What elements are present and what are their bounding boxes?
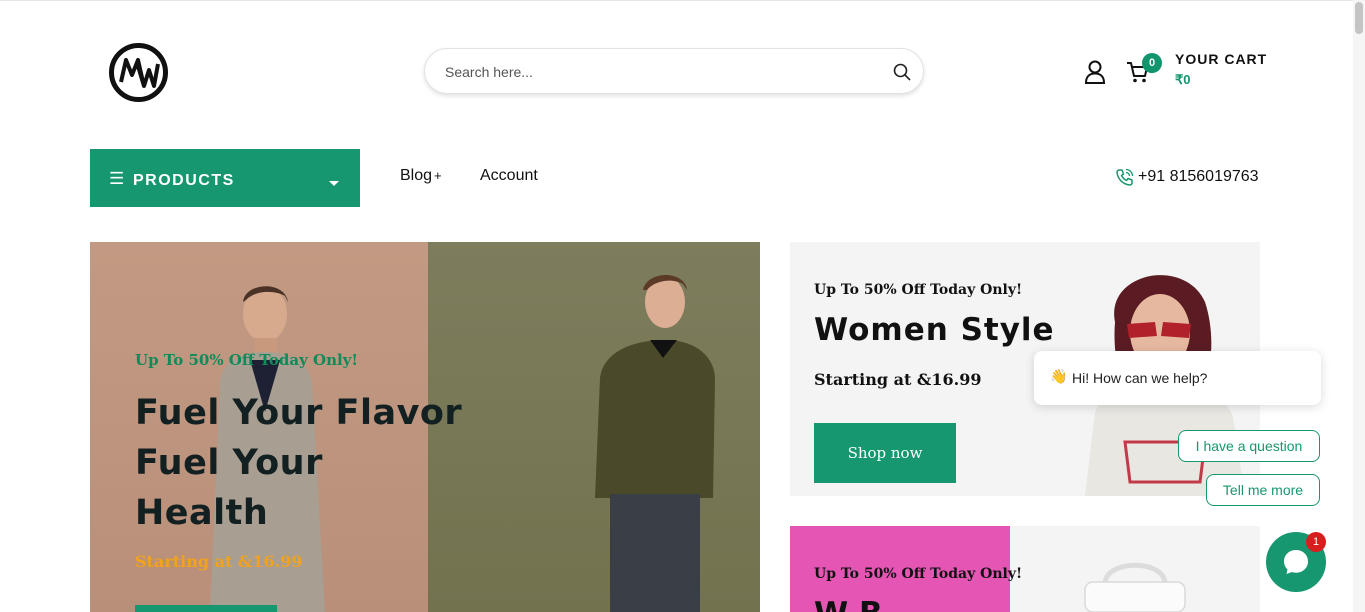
logo[interactable] [108, 42, 169, 103]
hero-banner[interactable]: Up To 50% Off Today Only! Fuel Your Flav… [90, 242, 760, 612]
cart-total: ₹0 [1175, 72, 1191, 87]
promo2-tagline: Up To 50% Off Today Only! [814, 566, 1023, 582]
chat-greeting-text: Hi! How can we help? [1072, 370, 1208, 386]
cart-title[interactable]: YOUR CART [1175, 51, 1267, 67]
chat-option-tell-more[interactable]: Tell me more [1206, 474, 1320, 506]
products-label: PRODUCTS [133, 172, 235, 189]
top-border [0, 0, 1353, 1]
promo1-tagline: Up To 50% Off Today Only! [814, 282, 1023, 298]
cart-count-badge: 0 [1142, 53, 1162, 73]
plus-icon: + [434, 168, 442, 183]
nav-item-blog[interactable]: Blog + [400, 167, 442, 185]
nav-blog-label: Blog [400, 167, 433, 184]
model-jacket-image [595, 275, 715, 612]
hero-title: Fuel Your Flavor Fuel Your Health [135, 393, 463, 533]
search-bar[interactable] [424, 48, 924, 94]
promo1-price: Starting at &16.99 [814, 370, 982, 389]
menu-icon: ☰ [109, 169, 125, 188]
user-icon[interactable] [1084, 60, 1106, 84]
chat-bubble-icon [1284, 550, 1308, 574]
chat-option-question[interactable]: I have a question [1178, 430, 1320, 462]
hero-shop-button[interactable] [135, 605, 277, 612]
hero-price: Starting at &16.99 [135, 552, 303, 571]
chat-unread-badge: 1 [1306, 532, 1326, 552]
products-menu-button[interactable]: ☰ PRODUCTS [90, 149, 360, 207]
scrollbar[interactable] [1353, 0, 1365, 612]
promo2-title-partial: W B [814, 596, 883, 612]
chat-greeting-bubble[interactable]: 👋 Hi! How can we help? [1034, 351, 1321, 405]
waving-hand-icon: 👋 [1050, 368, 1068, 384]
phone-number: +91 8156019763 [1138, 168, 1259, 185]
scrollbar-thumb[interactable] [1355, 2, 1363, 34]
search-input[interactable] [445, 59, 875, 85]
promo-card-bags[interactable]: Up To 50% Off Today Only! W B [790, 526, 1260, 612]
promo1-title: Women Style [814, 312, 1055, 348]
nav-item-account[interactable]: Account [480, 167, 538, 185]
search-icon[interactable] [892, 62, 912, 82]
phone-icon [1116, 168, 1134, 186]
shop-now-button[interactable]: Shop now [814, 423, 956, 483]
chevron-down-icon [329, 181, 339, 186]
white-bag-image [1084, 562, 1186, 612]
hero-tagline: Up To 50% Off Today Only! [135, 351, 358, 369]
